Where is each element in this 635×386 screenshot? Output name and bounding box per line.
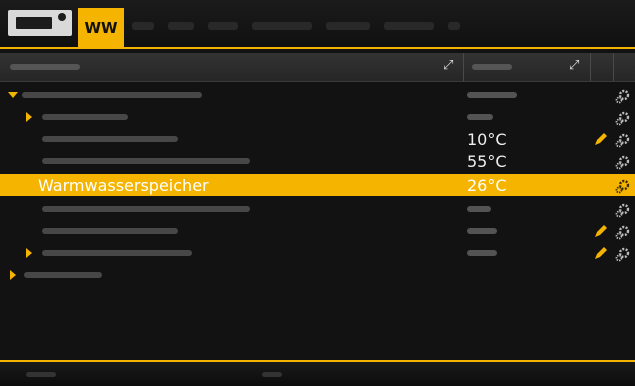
row-value [467,250,497,256]
row-value [467,228,497,234]
gear-icon[interactable] [614,222,632,240]
blurred-tabs [132,22,460,30]
table-row[interactable] [0,84,635,106]
header-name-column[interactable]: ⤢ [0,53,464,81]
table-row[interactable] [0,264,635,286]
expand-diagonal-icon[interactable]: ⤢ [569,59,583,73]
row-label [42,228,178,234]
row-value [467,92,517,98]
table-row[interactable]: 55°C [0,150,635,172]
caret-down-icon[interactable] [8,92,18,98]
row-value: 26°C [467,176,507,195]
logo-registered-mark [58,13,66,21]
tab-blurred[interactable] [448,22,460,30]
row-label [42,250,192,256]
caret-right-icon[interactable] [10,270,16,280]
row-label: Warmwasserspeicher [38,176,209,195]
main-panel: ⤢ ⤢ 10°C 55°C Warmwasserspeicher 26°C [0,47,635,362]
tab-ww[interactable]: WW [78,8,124,47]
row-label [22,92,202,98]
caret-right-icon[interactable] [26,112,32,122]
tab-blurred[interactable] [384,22,434,30]
gear-icon[interactable] [614,152,632,170]
table-row[interactable] [0,242,635,264]
row-label [42,206,250,212]
row-label [42,136,178,142]
tab-blurred[interactable] [326,22,370,30]
row-label [42,114,128,120]
table-header: ⤢ ⤢ [0,53,635,82]
caret-right-icon[interactable] [26,248,32,258]
header-edit-column [591,53,614,81]
table-row[interactable]: 10°C [0,128,635,150]
tab-blurred[interactable] [168,22,194,30]
pencil-icon[interactable] [593,131,609,147]
gear-icon[interactable] [614,86,632,104]
eta-logo [8,10,72,36]
row-label [24,272,102,278]
tab-blurred[interactable] [252,22,312,30]
expand-diagonal-icon[interactable]: ⤢ [443,59,457,73]
header-name-label [10,64,80,70]
bottom-bar [0,362,635,386]
row-value: 55°C [467,152,507,171]
table-row[interactable] [0,220,635,242]
gear-icon[interactable] [614,108,632,126]
bottom-item[interactable] [262,372,282,377]
bottom-item[interactable] [26,372,56,377]
header-value-label [472,64,512,70]
header-value-column[interactable]: ⤢ [464,53,591,81]
pencil-icon[interactable] [593,223,609,239]
gear-icon[interactable] [614,176,632,194]
row-value [467,206,491,212]
tab-blurred[interactable] [132,22,154,30]
row-label [42,158,250,164]
table-row[interactable] [0,106,635,128]
top-bar: WW [0,0,635,48]
gear-icon[interactable] [614,130,632,148]
pencil-icon[interactable] [593,245,609,261]
logo-mark [16,17,52,29]
table-row[interactable] [0,198,635,220]
row-value [467,114,493,120]
table-row-selected[interactable]: Warmwasserspeicher 26°C [0,174,635,196]
row-value: 10°C [467,130,507,149]
gear-icon[interactable] [614,244,632,262]
gear-icon[interactable] [614,200,632,218]
tab-blurred[interactable] [208,22,238,30]
